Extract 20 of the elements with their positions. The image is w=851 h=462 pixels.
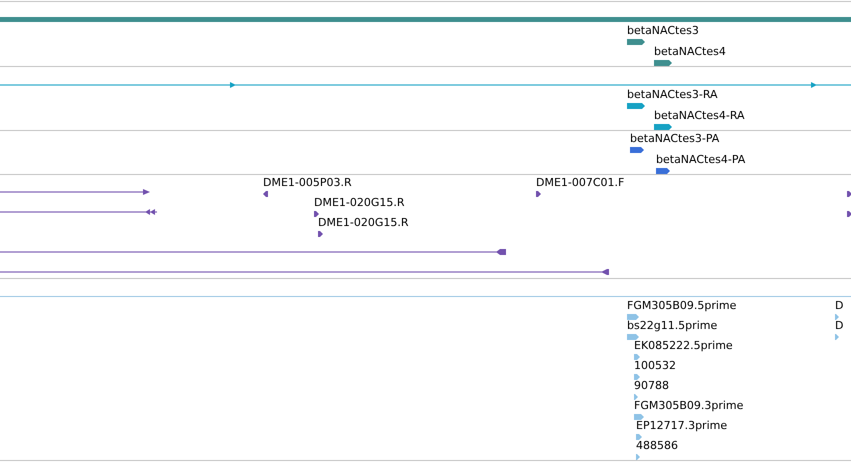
feature-label: D [835,299,844,312]
feature-label: DME1-020G15.R [318,216,409,229]
feature-label: 488586 [636,439,678,452]
feature-label: DME1-005P03.R [263,176,352,189]
feature-label: EP12717.3prime [636,419,728,432]
feature-label: betaNACtes3-PA [630,132,720,145]
feature-label: DME1-020G15.R [314,196,405,209]
feature-label: 90788 [634,379,669,392]
feature-label: betaNACtes4-RA [654,109,745,122]
feature-label: betaNACtes4-PA [656,153,746,166]
feature-label: DME1-007C01.F [536,176,624,189]
feature-label: FGM305B09.5prime [627,299,736,312]
feature-label: 100532 [634,359,676,372]
feature-label: bs22g11.5prime [627,319,718,332]
feature-label: betaNACtes3-RA [627,88,718,101]
feature-label: EK085222.5prime [634,339,733,352]
feature-label: D [835,319,844,332]
feature-label: betaNACtes4 [654,45,726,58]
feature-label: betaNACtes3 [627,24,699,37]
feature-label: FGM305B09.3prime [634,399,744,412]
